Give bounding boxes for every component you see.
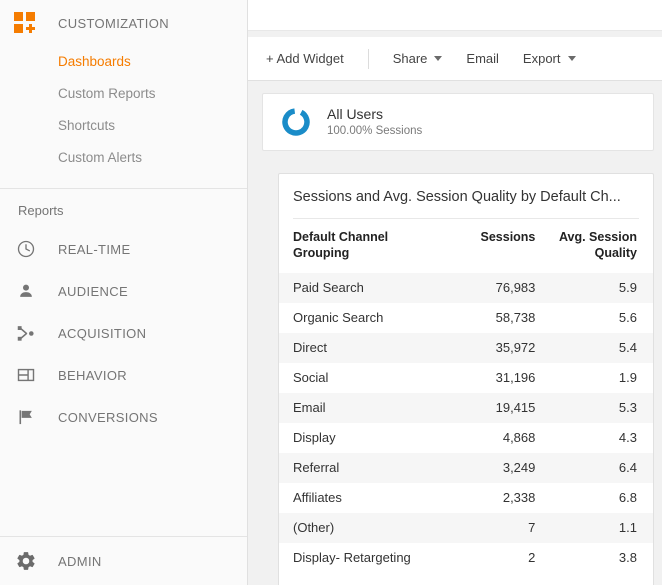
chevron-down-icon [567, 56, 576, 61]
gear-icon [14, 549, 38, 573]
cell-quality: 5.3 [543, 393, 653, 423]
share-network-icon [14, 321, 38, 345]
layout-panels-icon [14, 363, 38, 387]
cell-quality: 5.4 [543, 333, 653, 363]
cell-channel[interactable]: Display- Retargeting [279, 543, 441, 573]
cell-channel[interactable]: Affiliates [279, 483, 441, 513]
customization-grid-icon [14, 12, 36, 34]
segment-donut-icon [281, 107, 311, 137]
table-row[interactable]: Display 4,868 4.3 [279, 423, 653, 453]
sidebar-item-conversions[interactable]: CONVERSIONS [0, 396, 247, 438]
cell-channel[interactable]: Display [279, 423, 441, 453]
sidebar-item-behavior-label: BEHAVIOR [58, 367, 128, 383]
sidebar-item-custom-alerts[interactable]: Custom Alerts [0, 142, 247, 174]
cell-sessions: 19,415 [441, 393, 544, 423]
cell-sessions: 2 [528, 550, 536, 565]
table-header-row: Default Channel Grouping Sessions Avg. S… [279, 219, 653, 273]
cell-quality: 3.8 [618, 550, 637, 565]
sidebar-item-audience[interactable]: AUDIENCE [0, 270, 247, 312]
cell-channel[interactable]: Email [279, 393, 442, 423]
cell-quality: 1.9 [618, 370, 637, 385]
table-row[interactable]: Display- Retargeting 2 3.8 [279, 543, 653, 573]
sidebar-item-admin[interactable]: ADMIN [0, 537, 247, 585]
share-button-label: Share [392, 51, 428, 66]
cell-sessions: 35,972 [441, 333, 544, 363]
cell-channel[interactable]: Referral [279, 453, 442, 483]
table-row[interactable]: (Other) 7 1.1 [279, 513, 653, 543]
table-body: Paid Search 76,983 5.9 Organic Search 58… [279, 273, 653, 573]
sidebar-item-audience-label: AUDIENCE [58, 283, 128, 299]
cell-quality: 6.8 [618, 490, 637, 505]
export-button[interactable]: Export [523, 51, 576, 66]
sidebar-item-admin-label: ADMIN [58, 553, 102, 569]
export-button-label: Export [522, 51, 561, 66]
flag-icon [14, 405, 38, 429]
customization-subnav: Dashboards Custom Reports Shortcuts Cust… [0, 46, 247, 182]
cell-channel[interactable]: Organic Search [279, 303, 441, 333]
cell-quality: 6.4 [543, 453, 653, 483]
table-row[interactable]: Email 19,415 5.3 [279, 393, 653, 423]
table-row[interactable]: Paid Search 76,983 5.9 [279, 273, 653, 303]
chevron-down-icon [434, 56, 443, 61]
sidebar-admin-block: ADMIN [0, 536, 247, 585]
cell-quality: 1.1 [543, 513, 653, 543]
sidebar-item-acquisition[interactable]: ACQUISITION [0, 312, 247, 354]
cell-sessions: 76,983 [441, 273, 544, 303]
main-content: + Add Widget Share Email Export All User… [248, 0, 662, 585]
sidebar-reports-label: Reports [18, 203, 64, 218]
sidebar: CUSTOMIZATION Dashboards Custom Reports … [0, 0, 248, 585]
column-header-channel[interactable]: Default Channel Grouping [279, 219, 441, 273]
sidebar-item-custom-reports[interactable]: Custom Reports [0, 78, 247, 110]
segment-title: All Users [327, 105, 384, 122]
table-row[interactable]: Social 31,196 1.9 [279, 363, 653, 393]
cell-sessions: 4,868 [502, 430, 536, 445]
toolbar-separator [367, 48, 369, 69]
table-head: Default Channel Grouping Sessions Avg. S… [279, 219, 653, 273]
segment-subtitle: 100.00% Sessions [327, 124, 423, 137]
table-row[interactable]: Direct 35,972 5.4 [279, 333, 653, 363]
clock-icon [14, 237, 38, 261]
cell-quality: 5.9 [543, 273, 653, 303]
cell-channel[interactable]: Direct [279, 333, 442, 363]
email-button[interactable]: Email [466, 51, 499, 66]
table-row[interactable]: Organic Search 58,738 5.6 [279, 303, 653, 333]
dashboard-widget: Sessions and Avg. Session Quality by Def… [278, 173, 654, 585]
cell-channel[interactable]: Social [279, 363, 441, 393]
cell-sessions: 58,738 [495, 310, 536, 325]
cell-channel[interactable]: (Other) [279, 513, 442, 543]
sidebar-item-dashboards[interactable]: Dashboards [0, 46, 247, 78]
sidebar-item-shortcuts[interactable]: Shortcuts [0, 110, 247, 142]
segment-bar[interactable]: All Users 100.00% Sessions [262, 93, 654, 151]
widget-title: Sessions and Avg. Session Quality by Def… [293, 189, 621, 205]
dashboard-toolbar: + Add Widget Share Email Export [248, 37, 662, 81]
cell-quality: 4.3 [618, 430, 637, 445]
sidebar-item-behavior[interactable]: BEHAVIOR [0, 354, 247, 396]
column-header-quality[interactable]: Avg. Session Quality [543, 219, 653, 273]
cell-sessions: 7 [441, 513, 544, 543]
column-header-sessions[interactable]: Sessions [441, 219, 543, 273]
sidebar-section-customization[interactable]: CUSTOMIZATION [0, 0, 247, 46]
channel-table: Default Channel Grouping Sessions Avg. S… [279, 219, 653, 573]
sidebar-item-real-time-label: REAL-TIME [58, 241, 131, 257]
segment-text: All Users 100.00% Sessions [327, 106, 422, 139]
cell-quality: 5.6 [618, 310, 637, 325]
table-row[interactable]: Referral 3,249 6.4 [279, 453, 653, 483]
person-icon [14, 279, 38, 303]
sidebar-item-acquisition-label: ACQUISITION [58, 325, 147, 341]
analytics-app: CUSTOMIZATION Dashboards Custom Reports … [0, 0, 662, 585]
share-button[interactable]: Share [393, 51, 443, 66]
cell-channel[interactable]: Paid Search [279, 273, 442, 303]
sidebar-item-conversions-label: CONVERSIONS [58, 409, 158, 425]
cell-sessions: 2,338 [502, 490, 536, 505]
customization-label: CUSTOMIZATION [58, 15, 169, 31]
sidebar-item-real-time[interactable]: REAL-TIME [0, 228, 247, 270]
cell-sessions: 3,249 [441, 453, 544, 483]
cell-sessions: 31,196 [495, 370, 536, 385]
add-widget-button[interactable]: + Add Widget [266, 51, 344, 66]
table-row[interactable]: Affiliates 2,338 6.8 [279, 483, 653, 513]
top-bar [248, 0, 662, 31]
